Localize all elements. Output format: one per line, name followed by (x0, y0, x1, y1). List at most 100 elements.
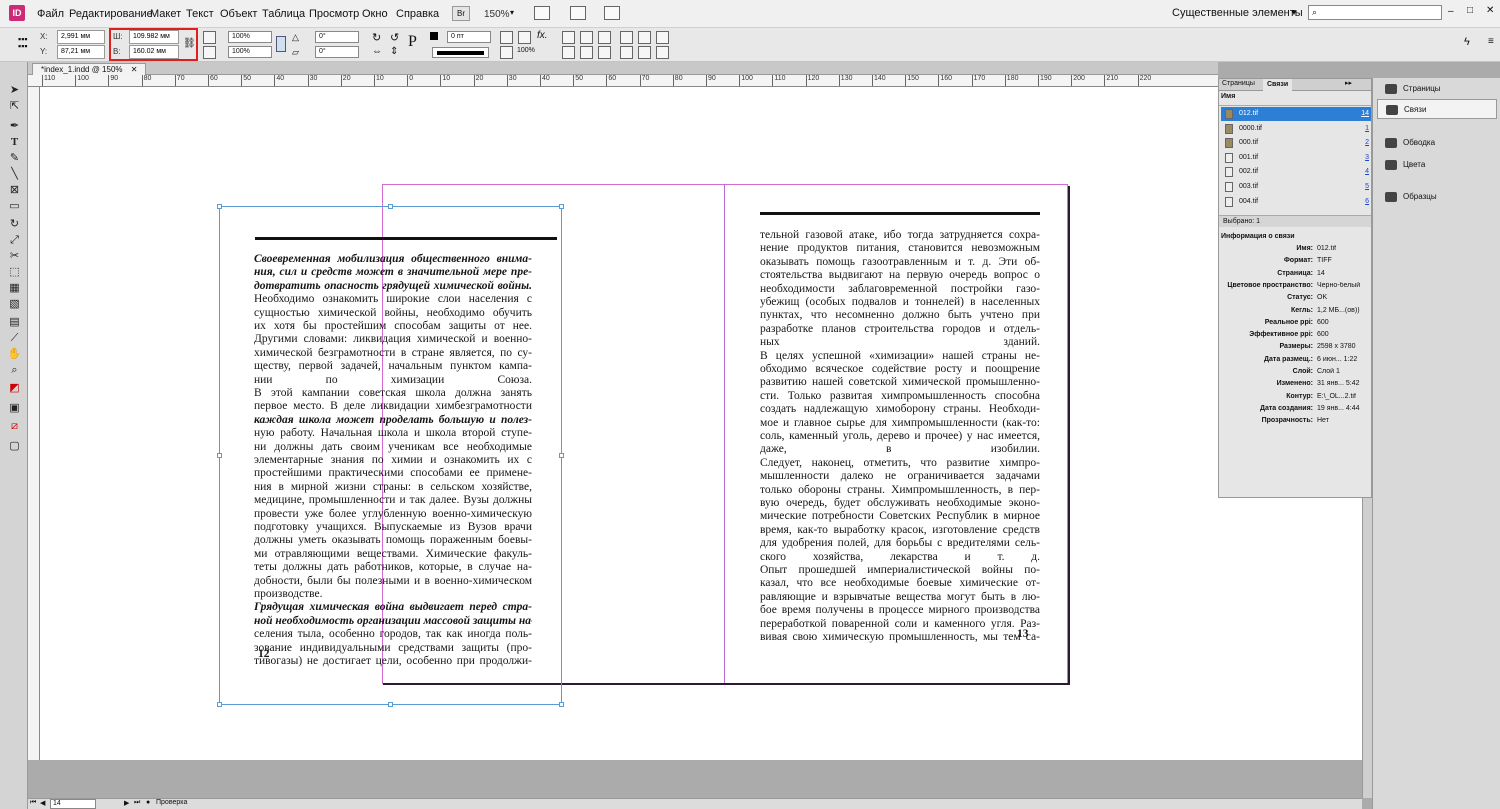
preflight-status[interactable]: Проверка (156, 799, 187, 806)
vertical-ruler[interactable] (28, 87, 40, 760)
frame-tool-icon[interactable]: ⊠ (7, 184, 22, 197)
scale-x-select[interactable]: 100% (228, 31, 272, 43)
shear-select[interactable]: 0° (315, 46, 359, 58)
link-row[interactable]: 003.tif 5 (1221, 180, 1371, 194)
last-page-icon[interactable]: ⏭ (134, 799, 140, 807)
link-page[interactable]: 6 (1365, 195, 1369, 209)
arrange-icon[interactable] (604, 6, 620, 20)
pasteboard[interactable] (40, 760, 1362, 798)
stroke-weight-select[interactable]: 0 пт (447, 31, 491, 43)
align-center-icon[interactable] (638, 31, 651, 44)
link-page[interactable]: 3 (1365, 151, 1369, 165)
dock-item[interactable]: Обводка (1377, 133, 1497, 153)
zoom-level[interactable]: 150% (484, 9, 510, 20)
minimize-button[interactable]: – (1448, 6, 1454, 17)
tab-pages[interactable]: Страницы (1222, 80, 1255, 87)
scale-tool-icon[interactable]: ⤢ (7, 234, 22, 247)
zoom-tool-icon[interactable]: ⌕ (7, 364, 22, 377)
maximize-button[interactable]: □ (1467, 5, 1473, 16)
align-top-icon[interactable] (620, 46, 633, 59)
menu-item[interactable]: Окно (362, 8, 388, 20)
flip-horizontal-icon[interactable]: ⇔ (372, 46, 382, 57)
eyedropper-tool-icon[interactable]: ⟋ (7, 332, 22, 345)
rectangle-tool-icon[interactable]: ▭ (7, 200, 22, 213)
pen-tool-icon[interactable]: ✒ (7, 120, 22, 133)
pencil-tool-icon[interactable]: ✎ (7, 152, 22, 165)
dock-item[interactable]: Связи (1377, 99, 1497, 119)
link-info-title[interactable]: Информация о связи (1221, 233, 1295, 240)
reference-point-icon[interactable]: ▪▪▪ ▪▪▪ (18, 35, 32, 51)
opacity-value[interactable]: 100% (517, 47, 535, 54)
frame-handle[interactable] (559, 702, 564, 707)
collapse-icon[interactable]: ▸▸ (1345, 79, 1352, 87)
horizontal-ruler[interactable]: 110 100 90 80 70 60 50 40 30 20 10 0 10 20 30 40 50 60 70 8… (28, 75, 1218, 87)
workspace-switcher[interactable]: Существенные элементы (1172, 7, 1303, 19)
scale-y-select[interactable]: 100% (228, 46, 272, 58)
width-field[interactable]: 109.982 мм (129, 30, 179, 44)
prev-page-icon[interactable]: ◀ (40, 799, 45, 807)
menu-item[interactable]: Объект (220, 8, 257, 20)
frame-handle[interactable] (217, 204, 222, 209)
view-options-icon[interactable] (534, 6, 550, 20)
effects-icon[interactable]: fx. (537, 30, 548, 41)
dock-item[interactable]: Образцы (1377, 187, 1497, 207)
dock-item[interactable]: Страницы (1377, 79, 1497, 99)
chevron-down-icon[interactable]: ▾ (510, 8, 514, 17)
menu-item[interactable]: Справка (396, 8, 439, 20)
screen-mode-tool-icon[interactable]: ▢ (7, 440, 22, 453)
apply-none-icon[interactable]: ⧄ (7, 420, 22, 433)
dock-item[interactable]: Цвета (1377, 155, 1497, 175)
auto-fit-icon[interactable] (598, 46, 611, 59)
selected-image-frame[interactable] (219, 206, 562, 705)
document-tab[interactable]: *index_1.indd @ 150% ✕ (32, 63, 147, 75)
rotate-cw-icon[interactable]: ↻ (372, 31, 381, 44)
frame-handle[interactable] (217, 702, 222, 707)
fill-swatch[interactable] (430, 32, 438, 40)
close-button[interactable]: ✕ (1486, 5, 1494, 16)
height-field[interactable]: 160.02 мм (129, 45, 179, 59)
search-input[interactable]: ⌕ (1308, 5, 1442, 20)
screen-mode-icon[interactable] (570, 6, 586, 20)
page-number-field[interactable]: 14 (50, 799, 96, 809)
panel-menu-icon[interactable]: ≡ (1488, 36, 1494, 47)
y-field[interactable]: 87,21 мм (57, 45, 105, 59)
text-wrap-icon[interactable] (500, 31, 513, 44)
frame-handle[interactable] (559, 453, 564, 458)
link-row[interactable]: 002.tif 4 (1221, 165, 1371, 179)
align-middle-icon[interactable] (638, 46, 651, 59)
frame-handle[interactable] (388, 702, 393, 707)
direct-selection-tool-icon[interactable]: ⇱ (7, 100, 22, 113)
link-row[interactable]: 001.tif 3 (1221, 151, 1371, 165)
gradient-feather-tool-icon[interactable]: ▧ (7, 298, 22, 311)
menu-item[interactable]: Редактирование (69, 8, 153, 20)
note-tool-icon[interactable]: ▤ (7, 316, 22, 329)
link-page[interactable]: 2 (1365, 136, 1369, 150)
menu-item[interactable]: Таблица (262, 8, 305, 20)
frame-handle[interactable] (217, 453, 222, 458)
rotate-tool-icon[interactable]: ↻ (7, 218, 22, 231)
link-row[interactable]: 004.tif 6 (1221, 195, 1371, 209)
constrain-proportions-icon[interactable]: ⛓ (183, 38, 196, 49)
bridge-button[interactable]: Br (452, 6, 470, 21)
flip-vertical-icon[interactable]: ⇕ (390, 46, 398, 57)
menu-item[interactable]: Текст (186, 8, 214, 20)
frame-handle[interactable] (559, 204, 564, 209)
center-content-icon[interactable] (598, 31, 611, 44)
close-icon[interactable]: ✕ (131, 65, 138, 74)
align-right-icon[interactable] (656, 31, 669, 44)
link-row[interactable]: 012.tif 14 (1221, 107, 1371, 121)
x-field[interactable]: 2,991 мм (57, 30, 105, 44)
hand-tool-icon[interactable]: ✋ (7, 348, 22, 361)
fill-stroke-icon[interactable]: ◩ (7, 382, 22, 395)
fill-frame-icon[interactable] (562, 46, 575, 59)
line-tool-icon[interactable]: ╲ (7, 168, 22, 181)
lightning-icon[interactable]: ϟ (1464, 36, 1470, 48)
gradient-tool-icon[interactable]: ▦ (7, 282, 22, 295)
rotate-ccw-icon[interactable]: ↺ (390, 31, 399, 44)
link-row[interactable]: 000.tif 2 (1221, 136, 1371, 150)
link-page[interactable]: 5 (1365, 180, 1369, 194)
link-page[interactable]: 4 (1365, 165, 1369, 179)
drop-shadow-icon[interactable] (518, 31, 531, 44)
fit-proportional-icon[interactable] (580, 46, 593, 59)
column-name-header[interactable]: Имя (1221, 93, 1235, 100)
